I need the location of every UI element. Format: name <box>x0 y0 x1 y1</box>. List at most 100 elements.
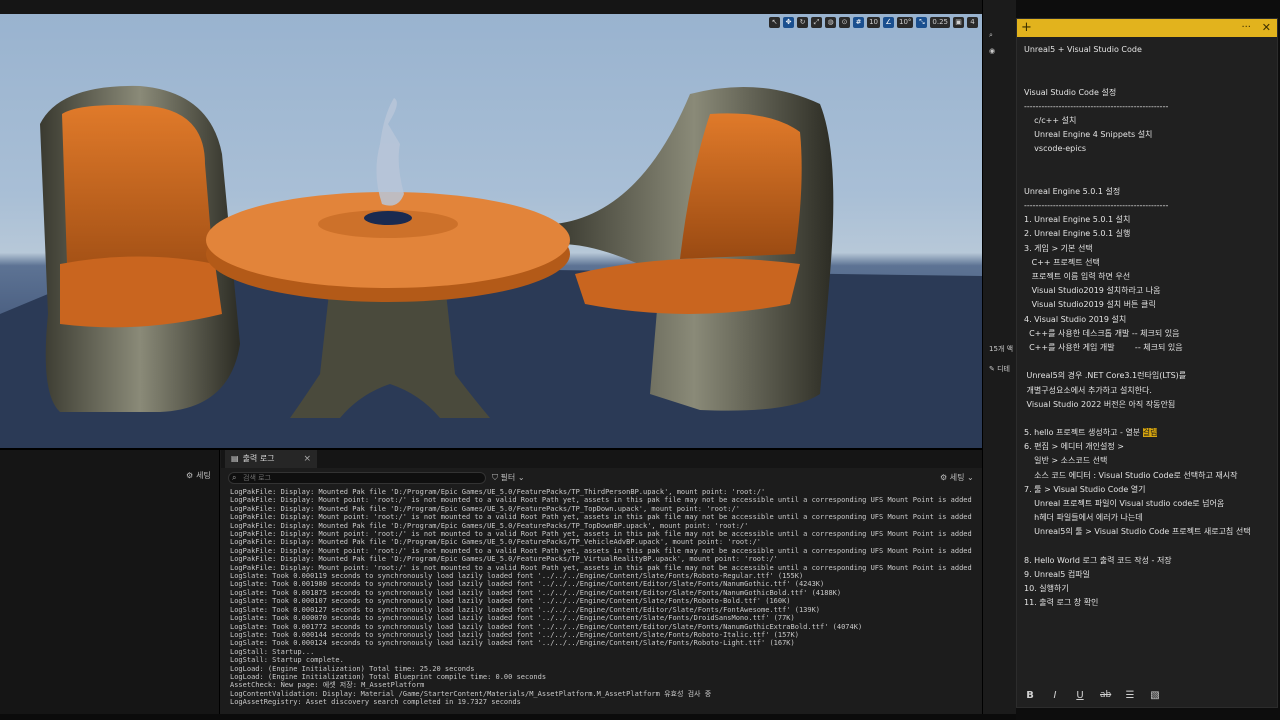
note-line <box>1024 355 1274 369</box>
log-line: LogPakFile: Display: Mount point: 'root:… <box>230 530 975 539</box>
image-icon[interactable]: ▧ <box>1150 690 1160 701</box>
note-line: ----------------------------------------… <box>1024 201 1169 211</box>
log-line: LogStall: Startup... <box>230 647 315 656</box>
camera-speed-icon[interactable]: ▣ <box>953 16 964 28</box>
log-line: LogStall: Startup complete. <box>230 656 344 665</box>
note-line: Visual Studio2019 설치 버튼 클릭 <box>1024 300 1156 310</box>
filter-icon: ⛉ <box>492 473 498 482</box>
log-search-input[interactable]: ⌕ 검색 로그 <box>228 472 486 484</box>
note-line <box>1024 540 1274 554</box>
output-log-panel: ⚙ 세팅 ▤ 출력 로그 × ⌕ 검색 로그 ⛉ 필터 ⌄ ⚙ 세팅 ⌄ Log… <box>0 448 982 716</box>
sticky-note[interactable]: + ··· ✕ Unreal5 + Visual Studio Code Visu… <box>1016 18 1278 708</box>
world-space-icon[interactable]: ◍ <box>825 16 837 28</box>
note-line: 11. 출력 로그 창 확인 <box>1024 598 1099 608</box>
log-line: LogContentValidation: Display: Material … <box>230 689 712 698</box>
note-line: 9. Unreal5 컴파일 <box>1024 569 1090 579</box>
log-line: LogPakFile: Display: Mount point: 'root:… <box>230 563 975 572</box>
left-settings-button[interactable]: ⚙ 세팅 <box>186 470 211 481</box>
note-line: 4. Visual Studio 2019 설치 <box>1024 314 1127 324</box>
note-line: c/c++ 설치 <box>1024 115 1077 125</box>
rotate-mode-icon[interactable]: ↻ <box>797 16 809 28</box>
note-title-bar[interactable]: + ··· ✕ <box>1017 19 1277 37</box>
viewport-toolbar: ↖ ✥ ↻ ⤢ ◍ ⊙ # 10 ∠ 10° ⤡ 0.25 ▣ 4 <box>769 16 978 28</box>
log-line: LogSlate: Took 0.000070 seconds to synch… <box>230 614 795 623</box>
log-line: LogSlate: Took 0.000124 seconds to synch… <box>230 639 795 648</box>
note-line: 5. hello 프로젝트 생성하고 - 열분 걸림 <box>1024 428 1158 438</box>
note-line: Unreal Engine 5.0.1 설정 <box>1024 186 1121 196</box>
italic-button[interactable]: I <box>1050 690 1060 701</box>
log-line: LogPakFile: Display: Mount point: 'root:… <box>230 496 975 505</box>
bold-button[interactable]: B <box>1025 690 1035 701</box>
note-line: 프로젝트 이름 입력 하면 우선 <box>1024 272 1131 281</box>
tab-output-log[interactable]: ▤ 출력 로그 × <box>225 450 317 468</box>
note-line <box>1024 171 1274 185</box>
select-mode-icon[interactable]: ↖ <box>769 16 781 28</box>
note-line: C++를 사용한 데스크톱 개발 -- 체크되 있음 <box>1024 328 1180 338</box>
note-line <box>1024 412 1274 426</box>
note-line <box>1024 57 1274 71</box>
grid-snap-icon[interactable]: # <box>853 16 865 28</box>
note-line: Unreal 프로젝트 파일이 Visual studio code로 넘어옴 <box>1024 499 1225 508</box>
chevron-down-icon: ⌄ <box>967 473 974 482</box>
note-line: Visual Studio Code 설정 <box>1024 87 1117 97</box>
search-icon[interactable]: ⌕ <box>983 28 1017 42</box>
log-icon: ▤ <box>231 454 239 463</box>
note-line: 일반 > 소스코드 선택 <box>1024 456 1108 466</box>
log-output[interactable]: LogPakFile: Display: Mounted Pak file 'D… <box>230 488 975 716</box>
note-text[interactable]: Unreal5 + Visual Studio Code Visual Studi… <box>1024 43 1274 679</box>
strikethrough-button[interactable]: ab <box>1100 690 1111 700</box>
surface-snap-icon[interactable]: ⊙ <box>839 16 851 28</box>
log-line: AssetCheck: New page: 에셋 저장: M_AssetPlat… <box>230 681 425 690</box>
note-line: ----------------------------------------… <box>1024 101 1169 111</box>
note-line: Unreal5의 경우 .NET Core3.1런타임(LTS)를 <box>1024 371 1187 381</box>
log-line: LogAssetRegistry: Asset discovery search… <box>230 698 521 707</box>
note-line: 2. Unreal Engine 5.0.1 실행 <box>1024 229 1131 239</box>
filter-label: 필터 <box>500 473 516 482</box>
scale-snap-icon[interactable]: ⤡ <box>916 16 928 28</box>
actor-count: 15개 액 <box>989 345 1014 353</box>
note-line: 소스 코드 에디터 : Visual Studio Code로 선택하고 재시작 <box>1024 470 1238 480</box>
log-line: LogSlate: Took 0.000127 seconds to synch… <box>230 605 821 614</box>
note-line: 8. Hello World 로그 출력 코드 작성 - 저장 <box>1024 555 1172 565</box>
grid-snap-value[interactable]: 10 <box>867 16 880 28</box>
rotation-snap-icon[interactable]: ∠ <box>882 16 894 28</box>
viewport-scene <box>0 85 982 448</box>
scale-snap-value[interactable]: 0.25 <box>930 16 950 28</box>
close-icon[interactable]: ✕ <box>1262 20 1271 36</box>
log-line: LogSlate: Took 0.000107 seconds to synch… <box>230 597 791 606</box>
log-line: LogPakFile: Display: Mount point: 'root:… <box>230 546 975 555</box>
underline-button[interactable]: U <box>1075 690 1085 701</box>
note-line: 개별구성요소에서 추가하고 설치한다. <box>1024 385 1152 395</box>
log-line: LogPakFile: Display: Mounted Pak file 'D… <box>230 488 766 496</box>
editor-top-strip <box>0 0 982 14</box>
left-settings-pane: ⚙ 세팅 <box>0 450 220 716</box>
translate-mode-icon[interactable]: ✥ <box>783 16 795 28</box>
log-line: LogPakFile: Display: Mounted Pak file 'D… <box>230 504 740 513</box>
note-line: Visual Studio2019 설치하라고 나옴 <box>1024 286 1161 296</box>
chevron-down-icon: ⌄ <box>517 473 525 482</box>
log-line: LogSlate: Took 0.000144 seconds to synch… <box>230 630 799 639</box>
gear-icon: ⚙ <box>186 471 194 480</box>
filter-button[interactable]: ⛉ 필터 ⌄ <box>492 472 525 483</box>
camera-speed-value[interactable]: 4 <box>967 16 978 28</box>
level-viewport[interactable]: ↖ ✥ ↻ ⤢ ◍ ⊙ # 10 ∠ 10° ⤡ 0.25 ▣ 4 <box>0 14 982 448</box>
add-note-icon[interactable]: + <box>1021 20 1032 36</box>
details-tab-label: 디테 <box>997 365 1010 373</box>
details-tab[interactable]: ✎ 디테 <box>983 362 1017 376</box>
log-line: LogSlate: Took 0.001980 seconds to synch… <box>230 580 825 589</box>
screen: ↖ ✥ ↻ ⤢ ◍ ⊙ # 10 ∠ 10° ⤡ 0.25 ▣ 4 ⚙ 세팅 ▤ <box>0 0 1280 720</box>
outliner-sliver: ⌕ ◉ 15개 액 ✎ 디테 <box>982 0 1016 720</box>
log-settings-button[interactable]: ⚙ 세팅 ⌄ <box>940 472 974 483</box>
log-line: LogPakFile: Display: Mounted Pak file 'D… <box>230 538 762 547</box>
log-line: LogSlate: Took 0.001772 seconds to synch… <box>230 622 863 631</box>
note-line: 1. Unreal Engine 5.0.1 설치 <box>1024 215 1131 225</box>
more-icon[interactable]: ··· <box>1241 20 1251 36</box>
list-icon[interactable]: ☰ <box>1125 690 1135 701</box>
close-icon[interactable]: × <box>303 450 311 468</box>
status-strip <box>0 714 1016 720</box>
log-settings-label: 세팅 <box>949 473 965 482</box>
rotation-snap-value[interactable]: 10° <box>896 16 914 28</box>
scale-mode-icon[interactable]: ⤢ <box>811 16 823 28</box>
eye-icon[interactable]: ◉ <box>983 44 1017 58</box>
left-settings-label: 세팅 <box>196 471 211 480</box>
